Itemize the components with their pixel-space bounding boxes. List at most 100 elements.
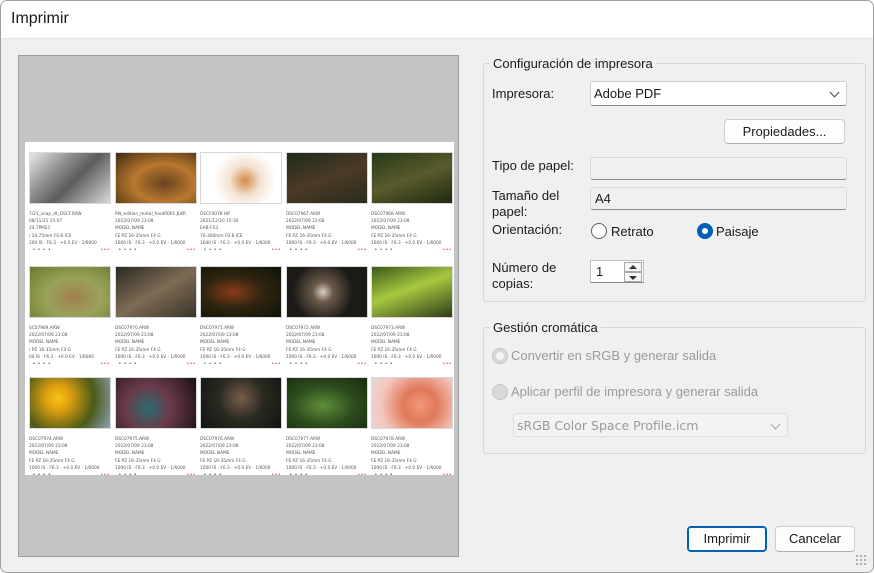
thumbnail-metadata: DSC07974.ARW 2022/07/09 23:08 MODEL NAME FE…: [29, 436, 111, 481]
thumbnail-photo: [115, 377, 197, 429]
thumbnail-item: RN_edition_metal_food0001.JLKR 2022/07/09…: [115, 152, 197, 256]
thumbnail-meta-line: RN_edition_metal_food0001.JLKR: [115, 212, 187, 217]
thumbnail-meta-line: 24.7PM21: [29, 226, 51, 232]
thumbnail-metadata: RN_edition_metal_food0001.JLKR 2022/07/09…: [115, 211, 197, 256]
rating-dots: [371, 472, 453, 481]
thumbnail-item: DSC07973.ARW 2022/07/09 23:08 MODEL NAME FE…: [371, 266, 453, 370]
thumbnail-photo: [115, 266, 197, 318]
thumbnail-meta-line: 2022/07/09 23:08: [115, 333, 154, 339]
srgb-option-label[interactable]: Convertir en sRGB y generar salida: [511, 348, 716, 364]
rating-dots: [115, 361, 197, 370]
srgb-radio[interactable]: [492, 348, 508, 364]
thumbnail-meta-line: FE PZ 16-35mm F4 G: [371, 347, 417, 353]
profile-select[interactable]: sRGB Color Space Profile.icm: [513, 413, 788, 437]
thumbnail-meta-line: 2022/07/09 23:08: [286, 219, 325, 225]
thumbnail-metadata: DSC07973.ARW 2022/07/09 23:08 MODEL NAME FE…: [371, 325, 453, 370]
thumbnail-meta-line: FE PZ 16-35mm F4 G: [115, 458, 161, 464]
chevron-down-icon: [770, 419, 781, 430]
thumbnail-meta-line: 2022/07/09 23:08: [200, 333, 239, 339]
thumbnail-photo: [200, 266, 282, 318]
title-bar: Imprimir: [1, 1, 873, 39]
thumbnail-photo: [29, 266, 111, 318]
thumbnail-meta-line: 2022/07/09 23:08: [371, 219, 410, 225]
copies-label-line2: copias:: [492, 276, 534, 291]
thumbnail-metadata: DSC07976.ARW 2022/07/09 23:08 MODEL NAME FE…: [200, 436, 282, 481]
arrow-down-icon: [629, 276, 637, 280]
thumbnail-meta-line: DSC07972.ARW: [286, 326, 321, 331]
color-management-legend: Gestión cromática: [490, 320, 601, 335]
thumbnail-meta-line: MODEL NAME: [200, 451, 230, 457]
thumbnail-meta-line: MODEL NAME: [115, 226, 145, 232]
rating-dots: [200, 472, 282, 481]
thumbnail-meta-line: SC07969.ARW: [29, 326, 60, 331]
thumbnail-meta-line: MODEL NAME: [286, 451, 316, 457]
paper-type-field[interactable]: [590, 157, 847, 180]
thumbnail-meta-line: MODEL NAME: [286, 340, 316, 346]
thumbnail-photo: [29, 152, 111, 204]
thumbnail-metadata: DSCF0078 HIF 2021/12/10 15:30 EAB·FX3 70-30…: [200, 211, 282, 256]
spin-up-button[interactable]: [624, 262, 642, 272]
thumbnail-item: DSC07978.ARW 2022/07/09 23:08 MODEL NAME FE…: [371, 377, 453, 481]
resize-grip-icon[interactable]: [855, 554, 867, 566]
thumbnail-meta-line: MODEL NAME: [286, 226, 316, 232]
thumbnail-meta-line: 1000 IS · F6.3 · +0.0 EV · 1/6000: [371, 354, 442, 360]
landscape-radio[interactable]: [697, 223, 713, 239]
thumbnail-meta-line: DSC07968.ARW: [371, 212, 406, 217]
landscape-label[interactable]: Paisaje: [716, 224, 759, 240]
thumbnail-photo: [29, 377, 111, 429]
thumbnail-meta-line: DSC07976.ARW: [200, 437, 235, 442]
thumbnail-item: DSC07976.ARW 2022/07/09 23:08 MODEL NAME FE…: [200, 377, 282, 481]
thumbnail-photo: [286, 377, 368, 429]
paper-size-value: A4: [595, 191, 611, 206]
thumbnail-metadata: DSC07972.ARW 2022/07/09 23:08 MODEL NAME FE…: [286, 325, 368, 370]
thumbnail-meta-line: 00 IS · F6.3 · +0.0 EV · 1/6000: [29, 354, 94, 360]
rating-dots: [29, 472, 111, 481]
thumbnail-photo: [200, 152, 282, 204]
thumbnail-meta-line: MODEL NAME: [115, 340, 145, 346]
profile-option-label[interactable]: Aplicar perfil de impresora y generar sa…: [511, 384, 758, 400]
copies-spinner[interactable]: 1: [590, 260, 644, 283]
thumbnail-meta-line: 2022/07/09 23:08: [371, 333, 410, 339]
rating-dots: [29, 247, 111, 256]
paper-type-label: Tipo de papel:: [492, 158, 574, 173]
properties-button[interactable]: Propiedades...: [724, 119, 845, 144]
thumbnail-meta-line: 1000 IS · F6.3 · +0.0 EV · 1/6000: [286, 240, 357, 246]
profile-radio[interactable]: [492, 384, 508, 400]
thumbnail-photo: [115, 152, 197, 204]
thumbnail-meta-line: EAB·FX3: [200, 226, 219, 232]
thumbnail-meta-line: 1000 IS · F6.3 · +0.0 EV · 1/6000: [200, 354, 271, 360]
thumbnail-item: DSC07968.ARW 2022/07/09 23:08 MODEL NAME FE…: [371, 152, 453, 256]
thumbnail-meta-line: DSC07975.ARW: [115, 437, 150, 442]
thumbnail-item: DSC07977.ARW 2022/07/09 23:08 MODEL NAME FE…: [286, 377, 368, 481]
thumbnail-item: 7/21_snap_dt_DSCF.RAW 08/11/21 15:07 24.7P…: [29, 152, 111, 256]
rating-dots: [115, 247, 197, 256]
thumbnail-metadata: DSC07977.ARW 2022/07/09 23:08 MODEL NAME FE…: [286, 436, 368, 481]
thumbnail-meta-line: FE PZ 16-35mm F4 G: [115, 233, 161, 239]
thumbnail-meta-line: 1000 IS · F6.3 · +0.0 EV · 1/6000: [286, 465, 357, 471]
printer-select[interactable]: Adobe PDF: [590, 81, 847, 106]
window-title: Imprimir: [11, 10, 69, 27]
thumbnail-meta-line: 2021/12/10 15:30: [200, 219, 239, 225]
thumbnail-meta-line: 2022/07/09 23:08: [29, 444, 68, 450]
thumbnail-meta-line: FE PZ 16-35mm F4 G: [29, 458, 75, 464]
thumbnail-item: DSC07970.ARW 2022/07/09 23:08 MODEL NAME FE…: [115, 266, 197, 370]
thumbnail-meta-line: 2022/07/09 23:08: [29, 333, 68, 339]
thumbnail-meta-line: DSC07971.ARW: [200, 326, 235, 331]
spin-down-button[interactable]: [624, 272, 642, 282]
thumbnail-meta-line: DSC07973.ARW: [371, 326, 406, 331]
cancel-button[interactable]: Cancelar: [775, 526, 855, 552]
thumbnail-photo: [200, 377, 282, 429]
rating-dots: [200, 361, 282, 370]
paper-size-field[interactable]: A4: [590, 187, 847, 210]
copies-label-line1: Número de: [492, 260, 557, 275]
thumbnail-item: DSC07972.ARW 2022/07/09 23:08 MODEL NAME FE…: [286, 266, 368, 370]
print-button[interactable]: Imprimir: [687, 526, 767, 552]
thumbnail-meta-line: 1640 IS · F6.3 · +0.0 EV · 1/6000: [200, 240, 271, 246]
thumbnail-meta-line: MODEL NAME: [115, 451, 145, 457]
thumbnail-meta-line: MODEL NAME: [29, 451, 59, 457]
paper-size-label-line1: Tamaño del: [492, 188, 560, 203]
preview-sheet: 7/21_snap_dt_DSCF.RAW 08/11/21 15:07 24.7P…: [25, 142, 454, 478]
thumbnail-meta-line: 2022/07/09 23:08: [115, 219, 154, 225]
portrait-label[interactable]: Retrato: [611, 224, 654, 240]
portrait-radio[interactable]: [591, 223, 607, 239]
